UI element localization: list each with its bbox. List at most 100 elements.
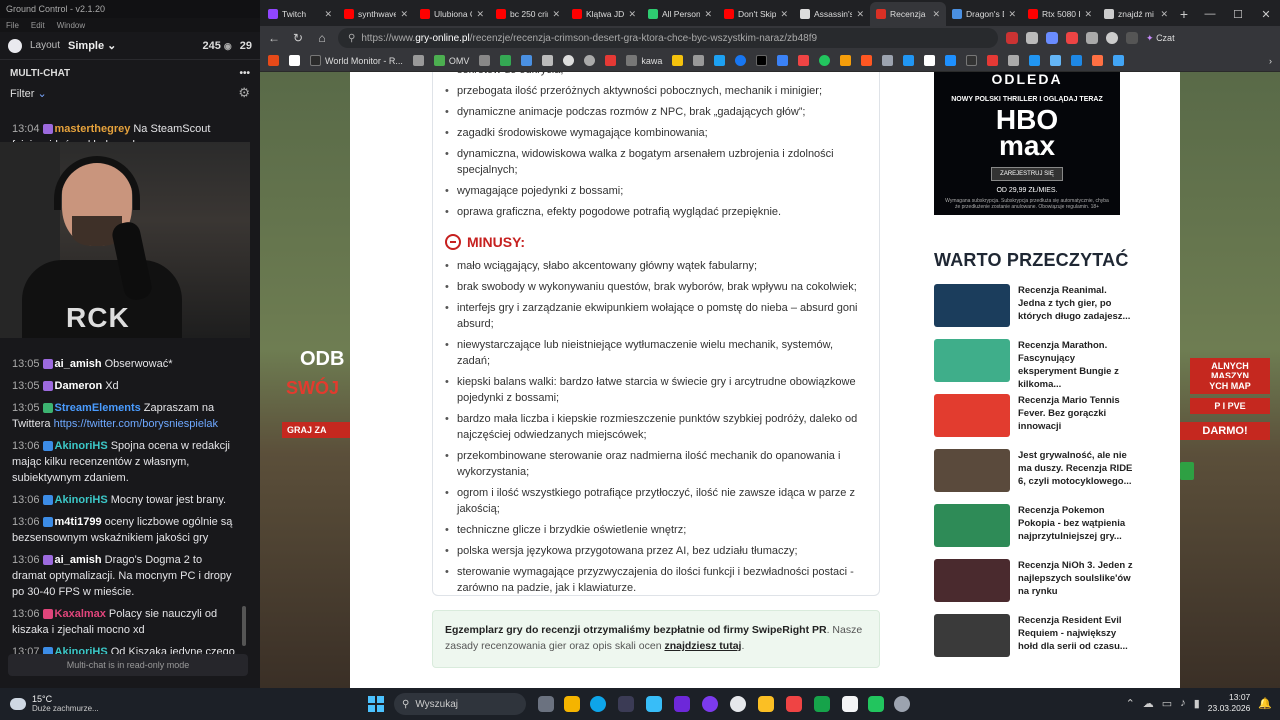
bookmark-item[interactable] [479, 55, 491, 66]
avatar[interactable] [1106, 32, 1118, 44]
extension-icon[interactable] [1026, 32, 1038, 44]
menu-window[interactable]: Window [57, 21, 85, 30]
bookmark-item[interactable] [903, 55, 915, 66]
bookmark-omv[interactable]: OMV [433, 55, 469, 66]
close-window-button[interactable]: ✕ [1252, 2, 1280, 26]
chat-username[interactable]: m4ti1799 [55, 516, 102, 528]
bookmark-item[interactable] [714, 55, 726, 66]
close-tab-icon[interactable]: ✕ [1008, 9, 1016, 20]
bookmark-item[interactable] [945, 55, 957, 66]
article-title[interactable]: Recenzja Mario Tennis Fever. Bez gorączk… [1018, 394, 1134, 438]
app-icon[interactable] [786, 696, 802, 712]
more-options-icon[interactable]: ••• [239, 68, 250, 79]
article-thumbnail[interactable] [934, 284, 1010, 327]
bookmark-item[interactable] [542, 55, 554, 66]
article-title[interactable]: Recenzja Pokemon Pokopia - bez wątpienia… [1018, 504, 1134, 548]
weather-widget[interactable]: 15°C Duże zachmurze... [0, 694, 200, 714]
promo-bar[interactable]: P I PVE [1190, 398, 1270, 414]
browser-tab[interactable]: Assassin's C✕ [794, 2, 870, 26]
promo-bar[interactable]: GRAJ ZA [282, 422, 350, 438]
article-thumbnail[interactable] [934, 504, 1010, 547]
browser-tab[interactable]: znajdź mi g ✕ [1098, 2, 1174, 26]
bookmark-item[interactable] [563, 55, 575, 66]
chat-username[interactable]: Kaxalmax [55, 608, 106, 620]
bookmark-item[interactable] [584, 55, 596, 66]
browser-tab[interactable]: Rtx 5080 K ✕ [1022, 2, 1098, 26]
browser-tab[interactable]: All Personal✕ [642, 2, 718, 26]
chevron-up-icon[interactable]: ⌃ [1126, 697, 1135, 710]
bookmark-item[interactable] [819, 55, 831, 66]
article-thumbnail[interactable] [934, 449, 1010, 492]
menu-icon[interactable] [1126, 32, 1138, 44]
app-icon[interactable] [894, 696, 910, 712]
bookmark-item[interactable] [412, 55, 424, 66]
bookmark-item[interactable] [777, 55, 789, 66]
hbo-max-ad[interactable]: ODLEDA NOWY POLSKI THRILLER I OGLĄDAJ TE… [934, 72, 1120, 215]
chevron-right-icon[interactable]: › [1269, 56, 1272, 66]
chat-username[interactable]: masterthegrey [55, 123, 131, 135]
article-title[interactable]: Recenzja NiOh 3. Jeden z najlepszych sou… [1018, 559, 1134, 603]
chat-username[interactable]: ai_amish [55, 358, 102, 370]
back-icon[interactable]: ← [266, 31, 282, 45]
app-icon[interactable] [702, 696, 718, 712]
bookmark-item[interactable] [268, 55, 279, 66]
promo-bar[interactable]: DARMO! [1180, 422, 1270, 440]
article-title[interactable]: Recenzja Marathon. Fascynujący eksperyme… [1018, 339, 1134, 390]
browser-tab[interactable]: Recenzja C ✕ [870, 2, 946, 26]
article-title[interactable]: Jest grywalność, ale nie ma duszy. Recen… [1018, 449, 1134, 493]
chat-username[interactable]: AkinoriHS [55, 494, 108, 506]
taskbar-search[interactable]: ⚲ Wyszukaj [394, 693, 526, 715]
app-icon[interactable] [674, 696, 690, 712]
bookmark-item[interactable] [1113, 55, 1125, 66]
new-tab-button[interactable]: + [1174, 2, 1194, 26]
chat-scrollbar[interactable] [242, 606, 246, 646]
bookmark-item[interactable] [861, 55, 873, 66]
close-tab-icon[interactable]: ✕ [400, 9, 408, 20]
related-article[interactable]: Jest grywalność, ale nie ma duszy. Recen… [934, 449, 1134, 493]
app-icon[interactable] [868, 696, 884, 712]
chat-link[interactable]: https://twitter.com/borysniespielak [54, 418, 218, 430]
browser-tab[interactable]: synthwave ✕ [338, 2, 414, 26]
bookmark-item[interactable] [987, 55, 999, 66]
related-article[interactable]: Recenzja Resident Evil Requiem - najwięk… [934, 614, 1134, 658]
article-title[interactable]: Recenzja Reanimal. Jedna z tych gier, po… [1018, 284, 1134, 328]
clock[interactable]: 13:07 23.03.2026 [1208, 692, 1251, 714]
chat-username[interactable]: AkinoriHS [55, 440, 108, 452]
related-article[interactable]: Recenzja Marathon. Fascynujący eksperyme… [934, 339, 1134, 390]
browser-tab[interactable]: Twitch ✕ [262, 2, 338, 26]
bookmark-item[interactable] [882, 55, 894, 66]
minimize-button[interactable]: — [1196, 2, 1224, 26]
bookmark-item[interactable] [500, 55, 512, 66]
close-tab-icon[interactable]: ✕ [932, 9, 940, 20]
chat-username[interactable]: AkinoriHS [55, 646, 108, 654]
close-tab-icon[interactable]: ✕ [324, 9, 332, 20]
chat-username[interactable]: Dameron [55, 380, 103, 392]
notification-icon[interactable]: 🔔 [1258, 697, 1272, 710]
xbox-icon[interactable] [814, 696, 830, 712]
task-view-icon[interactable] [538, 696, 554, 712]
browser-tab[interactable]: Don't Skip ✕ [718, 2, 794, 26]
bookmark-item[interactable] [1029, 55, 1041, 66]
bookmark-item[interactable] [798, 55, 810, 66]
onedrive-icon[interactable]: ☁ [1143, 697, 1154, 710]
close-tab-icon[interactable]: ✕ [476, 9, 484, 20]
extension-icon[interactable] [1006, 32, 1018, 44]
article-thumbnail[interactable] [934, 614, 1010, 657]
volume-icon[interactable]: ♪ [1180, 697, 1186, 709]
article-thumbnail[interactable] [934, 559, 1010, 602]
address-bar[interactable]: ⚲ https://www.gry-online.pl/recenzje/rec… [338, 28, 998, 48]
ad-register-button[interactable]: ZAREJESTRUJ SIĘ [991, 167, 1063, 181]
close-tab-icon[interactable]: ✕ [628, 9, 636, 20]
bookmark-item[interactable] [840, 55, 852, 66]
close-tab-icon[interactable]: ✕ [856, 9, 864, 20]
menu-edit[interactable]: Edit [31, 21, 45, 30]
browser-tab[interactable]: Klątwa JD ✕ [566, 2, 642, 26]
review-rules-link[interactable]: znajdziesz tutaj [664, 640, 741, 652]
close-tab-icon[interactable]: ✕ [1084, 9, 1092, 20]
related-article[interactable]: Recenzja Pokemon Pokopia - bez wątpienia… [934, 504, 1134, 548]
bookmark-item[interactable] [756, 55, 768, 66]
reload-icon[interactable]: ↻ [290, 31, 306, 45]
extensions-icon[interactable] [1086, 32, 1098, 44]
close-tab-icon[interactable]: ✕ [1160, 9, 1168, 20]
chat-username[interactable]: StreamElements [55, 402, 141, 414]
